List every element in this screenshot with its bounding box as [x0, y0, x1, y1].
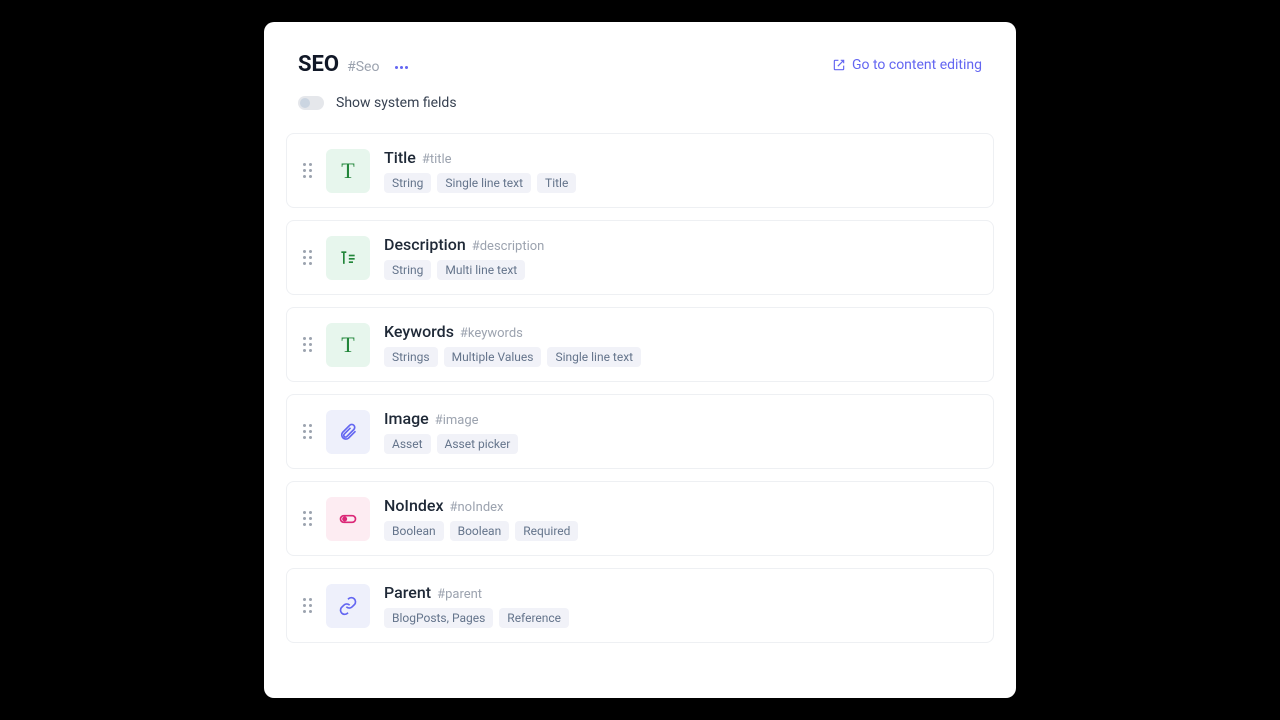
- field-card[interactable]: Image #image Asset Asset picker: [286, 394, 994, 469]
- field-tag: Asset: [384, 434, 431, 454]
- field-tags: Strings Multiple ValuesSingle line text: [384, 347, 641, 367]
- go-to-content-label: Go to content editing: [852, 57, 982, 73]
- field-tag: Required: [515, 521, 578, 541]
- panel-header: SEO #Seo Go to content editing: [286, 52, 994, 77]
- field-slug: #title: [422, 152, 452, 167]
- field-body: Title #title String Single line text Title: [384, 148, 576, 193]
- toggle-icon: [326, 497, 370, 541]
- field-tag: BlogPosts, Pages: [384, 608, 493, 628]
- field-header: Image #image: [384, 409, 518, 428]
- field-body: Keywords #keywords Strings Multiple ValuesS…: [384, 322, 641, 367]
- field-header: Parent #parent: [384, 583, 569, 602]
- text-icon: T: [326, 149, 370, 193]
- field-slug: #noIndex: [450, 500, 504, 515]
- drag-handle-icon[interactable]: [303, 598, 312, 613]
- model-title: SEO: [298, 52, 339, 77]
- schema-panel: SEO #Seo Go to content editing Show syst…: [264, 22, 1016, 698]
- field-tag: Title: [537, 173, 576, 193]
- field-tag: Single line text: [437, 173, 531, 193]
- more-menu-button[interactable]: [395, 66, 408, 69]
- field-card[interactable]: T Keywords #keywords Strings Multiple Values…: [286, 307, 994, 382]
- link-icon: [326, 584, 370, 628]
- field-header: Description #description: [384, 235, 544, 254]
- field-slug: #keywords: [460, 326, 523, 341]
- field-card[interactable]: NoIndex#noIndexBooleanBooleanRequired: [286, 481, 994, 556]
- field-slug: #image: [435, 413, 479, 428]
- field-name: NoIndex: [384, 496, 444, 515]
- field-card[interactable]: Parent #parent BlogPosts, Pages Reference: [286, 568, 994, 643]
- external-link-icon: [832, 58, 846, 72]
- multiline-icon: [326, 236, 370, 280]
- drag-handle-icon[interactable]: [303, 424, 312, 439]
- field-name: Parent: [384, 583, 431, 602]
- field-tag: Boolean: [450, 521, 510, 541]
- system-fields-toggle[interactable]: [298, 96, 324, 110]
- header-title-group: SEO #Seo: [298, 52, 408, 77]
- system-fields-toggle-label: Show system fields: [336, 95, 457, 111]
- field-body: Description #description String Multi line …: [384, 235, 544, 280]
- field-body: NoIndex#noIndexBooleanBooleanRequired: [384, 496, 578, 541]
- field-body: Image #image Asset Asset picker: [384, 409, 518, 454]
- field-tag: Single line text: [547, 347, 641, 367]
- drag-handle-icon[interactable]: [303, 337, 312, 352]
- field-name: Image: [384, 409, 429, 428]
- field-tags: BlogPosts, Pages Reference: [384, 608, 569, 628]
- field-tags: BooleanBooleanRequired: [384, 521, 578, 541]
- field-body: Parent #parent BlogPosts, Pages Reference: [384, 583, 569, 628]
- field-tags: Asset Asset picker: [384, 434, 518, 454]
- field-name: Keywords: [384, 322, 454, 341]
- field-tag: String: [384, 260, 431, 280]
- go-to-content-link[interactable]: Go to content editing: [832, 57, 982, 73]
- field-header: Keywords #keywords: [384, 322, 641, 341]
- field-tags: String Single line text Title: [384, 173, 576, 193]
- field-card[interactable]: T Title #title String Single line text Title: [286, 133, 994, 208]
- field-card[interactable]: Description #description String Multi line …: [286, 220, 994, 295]
- field-header: NoIndex #noIndex: [384, 496, 578, 515]
- field-name: Description: [384, 235, 466, 254]
- field-tag: Asset picker: [437, 434, 519, 454]
- field-name: Title: [384, 148, 416, 167]
- field-tag: Reference: [499, 608, 569, 628]
- field-tag: Multi line text: [437, 260, 525, 280]
- field-header: Title #title: [384, 148, 576, 167]
- drag-handle-icon[interactable]: [303, 511, 312, 526]
- text-icon: T: [326, 323, 370, 367]
- toggle-knob: [300, 98, 310, 108]
- system-fields-toggle-row: Show system fields: [286, 95, 994, 111]
- field-slug: #description: [472, 239, 545, 254]
- field-tag: Strings: [384, 347, 438, 367]
- field-tag: Boolean: [384, 521, 444, 541]
- model-slug: #Seo: [347, 59, 379, 75]
- attachment-icon: [326, 410, 370, 454]
- field-tag: String: [384, 173, 431, 193]
- field-tag: Multiple Values: [444, 347, 542, 367]
- drag-handle-icon[interactable]: [303, 163, 312, 178]
- drag-handle-icon[interactable]: [303, 250, 312, 265]
- field-tags: String Multi line text: [384, 260, 544, 280]
- field-slug: #parent: [437, 587, 482, 602]
- fields-list: T Title #title String Single line text Title D…: [286, 133, 994, 643]
